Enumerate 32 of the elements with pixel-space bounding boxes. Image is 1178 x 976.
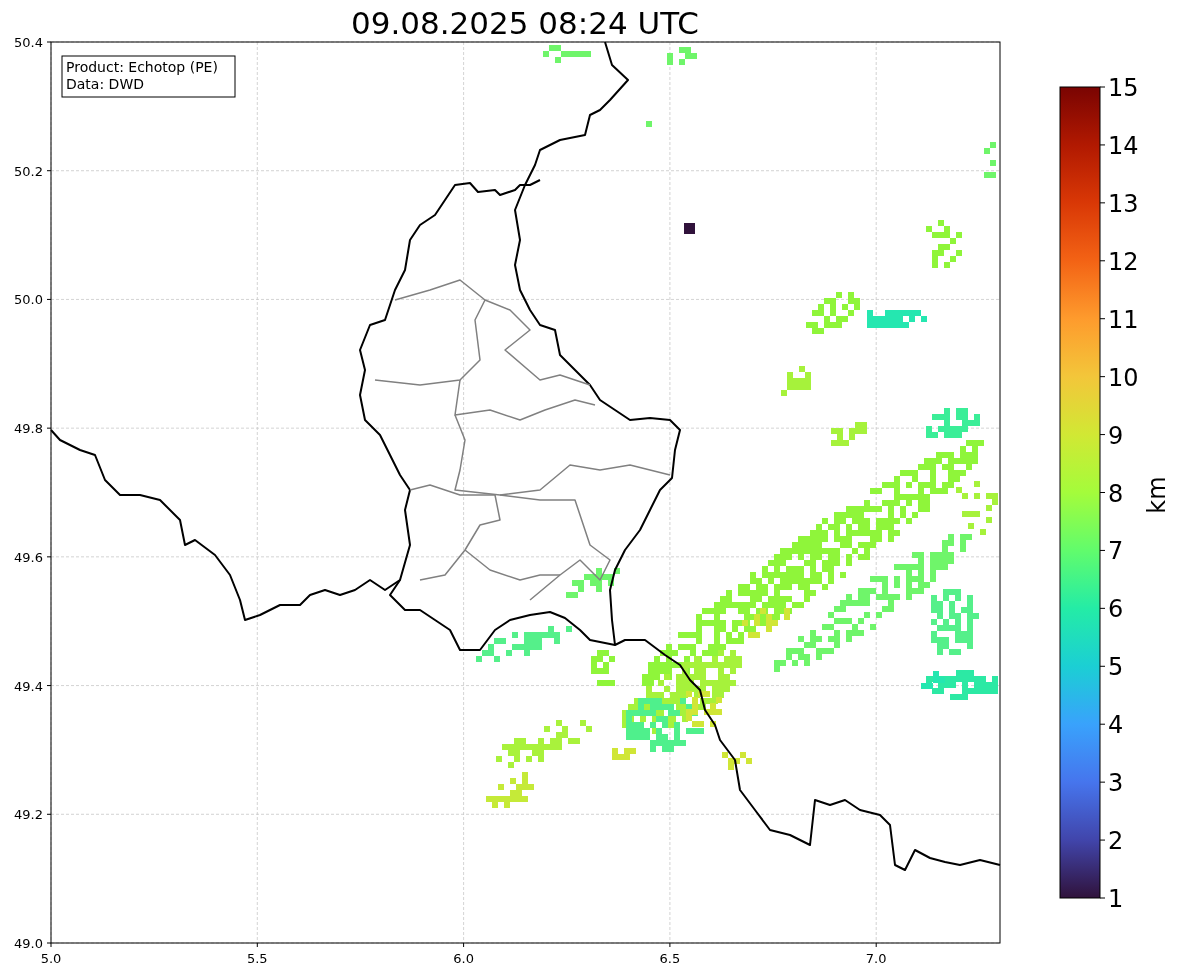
colorbar-tick-label: 2: [1108, 827, 1124, 856]
colorbar-tick-label: 9: [1108, 421, 1124, 450]
colorbar-tick-label: 6: [1108, 595, 1124, 624]
colorbar-tick-label: 12: [1108, 247, 1139, 276]
axis-tick-label: 6.0: [453, 951, 474, 966]
colorbar-tick-label: 4: [1108, 711, 1124, 740]
colorbar-tick-label: 14: [1108, 131, 1139, 160]
axis-tick-label: 49.8: [14, 421, 43, 437]
colorbar-tick-label: 1: [1108, 885, 1124, 913]
axis-tick-label: 50.2: [14, 163, 43, 179]
info-text: Product: Echotop (PE): [66, 59, 218, 75]
axis-tick-label: 5.5: [246, 951, 268, 966]
axis-tick-label: 5.0: [40, 951, 62, 966]
axis-tick-label: 49.0: [14, 936, 43, 951]
axis-tick-label: 6.5: [659, 951, 681, 966]
axis-tick-label: 49.4: [14, 678, 43, 694]
colorbar-tick-label: 8: [1108, 479, 1124, 508]
colorbar-tick-label: 11: [1108, 305, 1139, 334]
colorbar-tick-label: 15: [1108, 74, 1139, 102]
colorbar-tick-label: 3: [1108, 769, 1124, 798]
colorbar-tick-label: 5: [1108, 653, 1124, 682]
info-text: Data: DWD: [66, 76, 144, 92]
colorbar-label: km: [1143, 476, 1171, 514]
axis-tick-label: 49.2: [14, 807, 43, 823]
colorbar-tick-label: 13: [1108, 189, 1139, 218]
axis-tick-label: 50.4: [14, 35, 43, 50]
colorbar-tick-label: 7: [1108, 537, 1124, 566]
axis-tick-label: 7.0: [865, 951, 887, 966]
chart-title: 09.08.2025 08:24 UTC: [351, 5, 699, 41]
colorbar-tick-label: 10: [1108, 363, 1139, 392]
axis-tick-label: 50.0: [14, 292, 43, 308]
axis-tick-label: 49.6: [14, 549, 43, 565]
